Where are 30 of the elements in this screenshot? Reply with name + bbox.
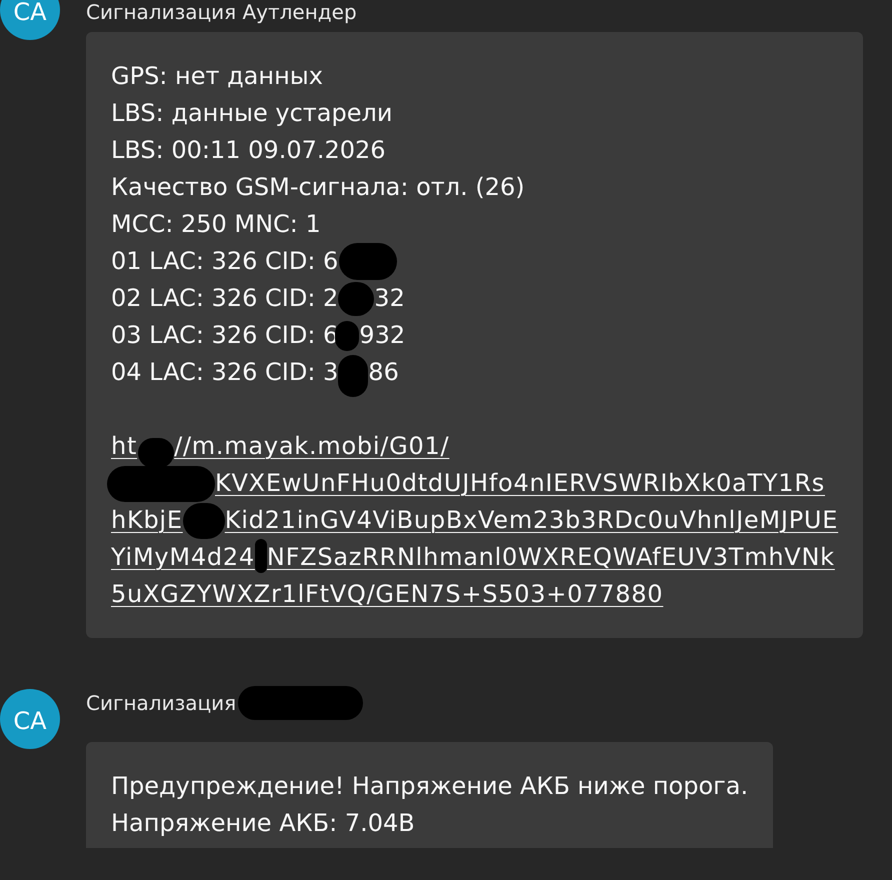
message-text: 32 xyxy=(374,283,405,314)
message-text: Качество GSM-сигнала: отл. (26) xyxy=(111,172,525,203)
link[interactable]: NFZSazRRNlhmanl0WXREQWAfEUV3TmhVNk xyxy=(266,539,835,576)
message-text: LBS: данные устарели xyxy=(111,98,392,129)
message-text: 04 LAC: 326 CID: 3 xyxy=(111,357,338,388)
message-text: 86 xyxy=(368,357,399,388)
redaction-scribble xyxy=(335,320,360,350)
link[interactable]: KVXEwUnFHu0dtdUJHfo4nIERVSWRIbXk0aTY1Rs xyxy=(215,465,825,502)
link[interactable]: 5uXGZYWXZr1lFtVQ/GEN7S+S503+077880 xyxy=(111,576,664,613)
link[interactable]: //m.mayak.mobi/G01/ xyxy=(174,428,450,465)
link[interactable]: ht xyxy=(111,428,138,465)
message-text: 932 xyxy=(359,320,406,351)
sender-name: Сигнализация Аутлендер xyxy=(86,0,357,26)
message-text: MCC: 250 MNC: 1 xyxy=(111,209,321,240)
message-text: 01 LAC: 326 CID: 6 xyxy=(111,246,338,277)
message-text: Напряжение АКБ: 7.04В xyxy=(111,808,415,839)
redaction-scribble xyxy=(338,354,368,396)
redaction-scribble xyxy=(338,282,374,316)
link[interactable]: Kid21inGV4ViBupBxVem23b3RDc0uVhnlJeMJPUE xyxy=(224,502,838,539)
redaction-scribble xyxy=(254,538,267,572)
message-text: Предупреждение! Напряжение АКБ ниже порога. xyxy=(111,771,748,802)
link[interactable]: hKbjE xyxy=(111,502,183,539)
redaction-scribble xyxy=(339,243,398,280)
message-text: GPS: нет данных xyxy=(111,61,323,92)
message-text: LBS: 00:11 09.07.2026 xyxy=(111,135,386,166)
link[interactable]: YiMyM4d24 xyxy=(111,539,255,576)
avatar: СА xyxy=(0,0,60,40)
message-text: 02 LAC: 326 CID: 2 xyxy=(111,283,338,314)
sender-name: Сигнализация xyxy=(86,690,236,717)
avatar: СА xyxy=(0,689,60,749)
